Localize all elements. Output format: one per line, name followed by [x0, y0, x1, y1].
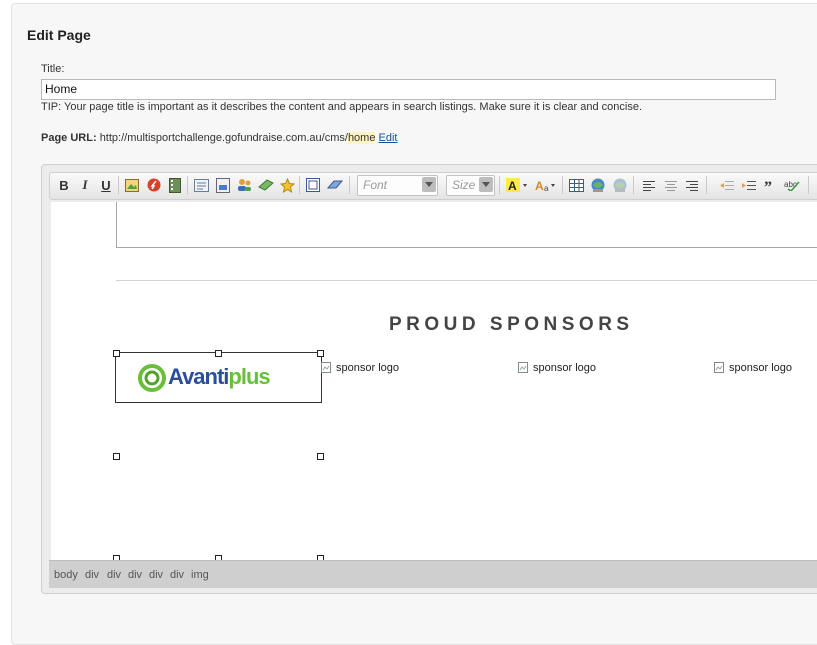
path-item-div[interactable]: div: [128, 569, 142, 581]
spellcheck-icon[interactable]: abc: [783, 176, 801, 194]
toolbar-separator: [562, 176, 563, 194]
sponsor-image-placeholder[interactable]: sponsor logo: [518, 362, 596, 374]
horizontal-rule: [116, 280, 817, 281]
font-size-select[interactable]: Size: [446, 175, 495, 196]
element-path-bar: [49, 560, 817, 588]
outdent-icon[interactable]: [718, 176, 736, 194]
editor-content-area[interactable]: PROUD SPONSORS Avantiplus sponsor logo s…: [51, 202, 817, 560]
content-block: [116, 202, 817, 248]
title-tip: TIP: Your page title is important as it …: [41, 101, 643, 113]
page-url-slug: home: [347, 132, 376, 144]
font-family-select[interactable]: Font: [357, 175, 438, 196]
media-icon[interactable]: [166, 176, 184, 194]
toolbar-separator: [499, 176, 500, 194]
broken-image-icon: [321, 362, 331, 373]
svg-text:”: ”: [764, 181, 772, 190]
italic-icon[interactable]: I: [76, 176, 94, 194]
resize-handle[interactable]: [317, 350, 324, 357]
award-icon[interactable]: [278, 176, 296, 194]
path-item-div[interactable]: div: [85, 569, 99, 581]
broken-image-icon: [714, 362, 724, 373]
money-icon[interactable]: [257, 176, 275, 194]
title-label: Title:: [41, 63, 65, 75]
toolbar-separator: [349, 176, 350, 194]
font-size-icon[interactable]: Aa: [534, 176, 558, 194]
font-select-value: Font: [363, 178, 388, 192]
svg-text:a: a: [544, 184, 549, 192]
sponsors-heading: PROUD SPONSORS: [389, 314, 634, 335]
unlink-icon[interactable]: [611, 176, 629, 194]
resize-handle[interactable]: [113, 350, 120, 357]
align-right-icon[interactable]: [683, 176, 701, 194]
path-item-div[interactable]: div: [149, 569, 163, 581]
svg-text:A: A: [508, 179, 517, 192]
sponsor-image-placeholder[interactable]: sponsor logo: [321, 362, 399, 374]
resize-handle[interactable]: [317, 453, 324, 460]
broken-image-icon: [518, 362, 528, 373]
align-left-icon[interactable]: [640, 176, 658, 194]
avantiplus-logo-mark: [138, 364, 166, 392]
edit-url-link[interactable]: Edit: [379, 132, 398, 144]
toolbar-separator: [633, 176, 634, 194]
form-icon[interactable]: [192, 176, 210, 194]
eraser-icon[interactable]: [326, 176, 344, 194]
svg-text:A: A: [535, 179, 544, 192]
users-icon[interactable]: [235, 176, 253, 194]
bold-icon[interactable]: B: [55, 176, 73, 194]
toolbar-separator: [118, 176, 119, 194]
chevron-down-icon: [479, 177, 493, 192]
path-item-div[interactable]: div: [170, 569, 184, 581]
toolbar-separator: [187, 176, 188, 194]
text-color-icon[interactable]: A: [505, 176, 529, 194]
table-icon[interactable]: [567, 176, 585, 194]
page-url-base: http://multisportchallenge.gofundraise.c…: [99, 132, 348, 144]
flash-icon[interactable]: [145, 176, 163, 194]
sponsor-alt-text: sponsor logo: [336, 362, 399, 374]
resize-handle[interactable]: [113, 453, 120, 460]
blockquote-icon[interactable]: ”: [761, 176, 779, 194]
avantiplus-logo-text: Avantiplus: [168, 364, 271, 389]
align-center-icon[interactable]: [662, 176, 680, 194]
fullscreen-icon[interactable]: [304, 176, 322, 194]
title-input[interactable]: Home: [41, 79, 776, 100]
sponsor-alt-text: sponsor logo: [729, 362, 792, 374]
resize-handle[interactable]: [215, 350, 222, 357]
underline-icon[interactable]: U: [97, 176, 115, 194]
toolbar-separator: [299, 176, 300, 194]
sponsor-image-placeholder[interactable]: sponsor logo: [714, 362, 792, 374]
size-select-value: Size: [452, 178, 476, 192]
template-icon[interactable]: [214, 176, 232, 194]
toolbar-separator: [706, 176, 707, 194]
link-icon[interactable]: [589, 176, 607, 194]
chevron-down-icon: [422, 177, 436, 192]
path-item-img[interactable]: img: [191, 569, 209, 581]
page-title: Edit Page: [27, 27, 91, 43]
image-icon[interactable]: [123, 176, 141, 194]
indent-icon[interactable]: [740, 176, 758, 194]
path-item-body[interactable]: body: [54, 569, 78, 581]
sponsor-logo-avantiplus[interactable]: Avantiplus: [115, 352, 322, 403]
page-url: Page URL: http://multisportchallenge.gof…: [41, 132, 398, 144]
toolbar-separator: [808, 176, 809, 194]
sponsor-alt-text: sponsor logo: [533, 362, 596, 374]
page-url-label: Page URL:: [41, 132, 97, 144]
path-item-div[interactable]: div: [107, 569, 121, 581]
